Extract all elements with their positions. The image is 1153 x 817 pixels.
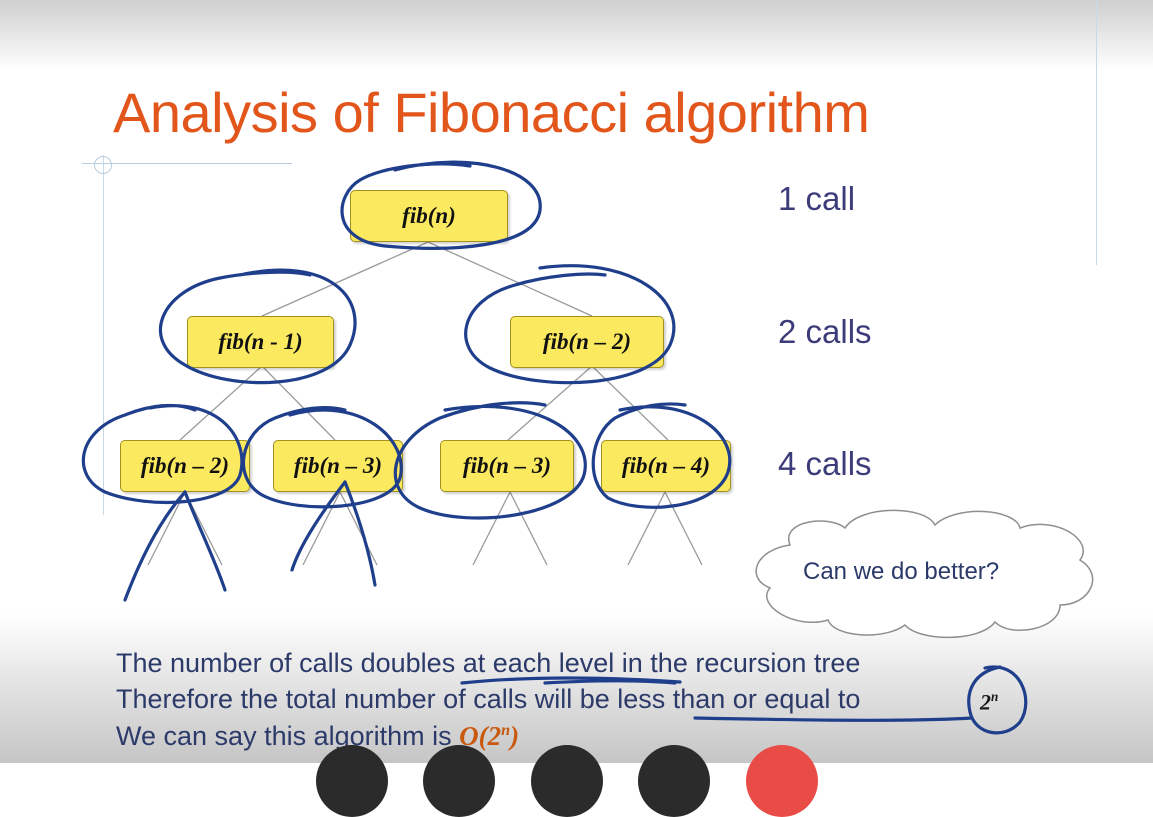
control-button[interactable]	[531, 745, 603, 817]
control-button[interactable]	[423, 745, 495, 817]
pen-annotations	[81, 160, 1028, 735]
control-button[interactable]	[638, 745, 710, 817]
record-button[interactable]	[746, 745, 818, 817]
control-button[interactable]	[316, 745, 388, 817]
